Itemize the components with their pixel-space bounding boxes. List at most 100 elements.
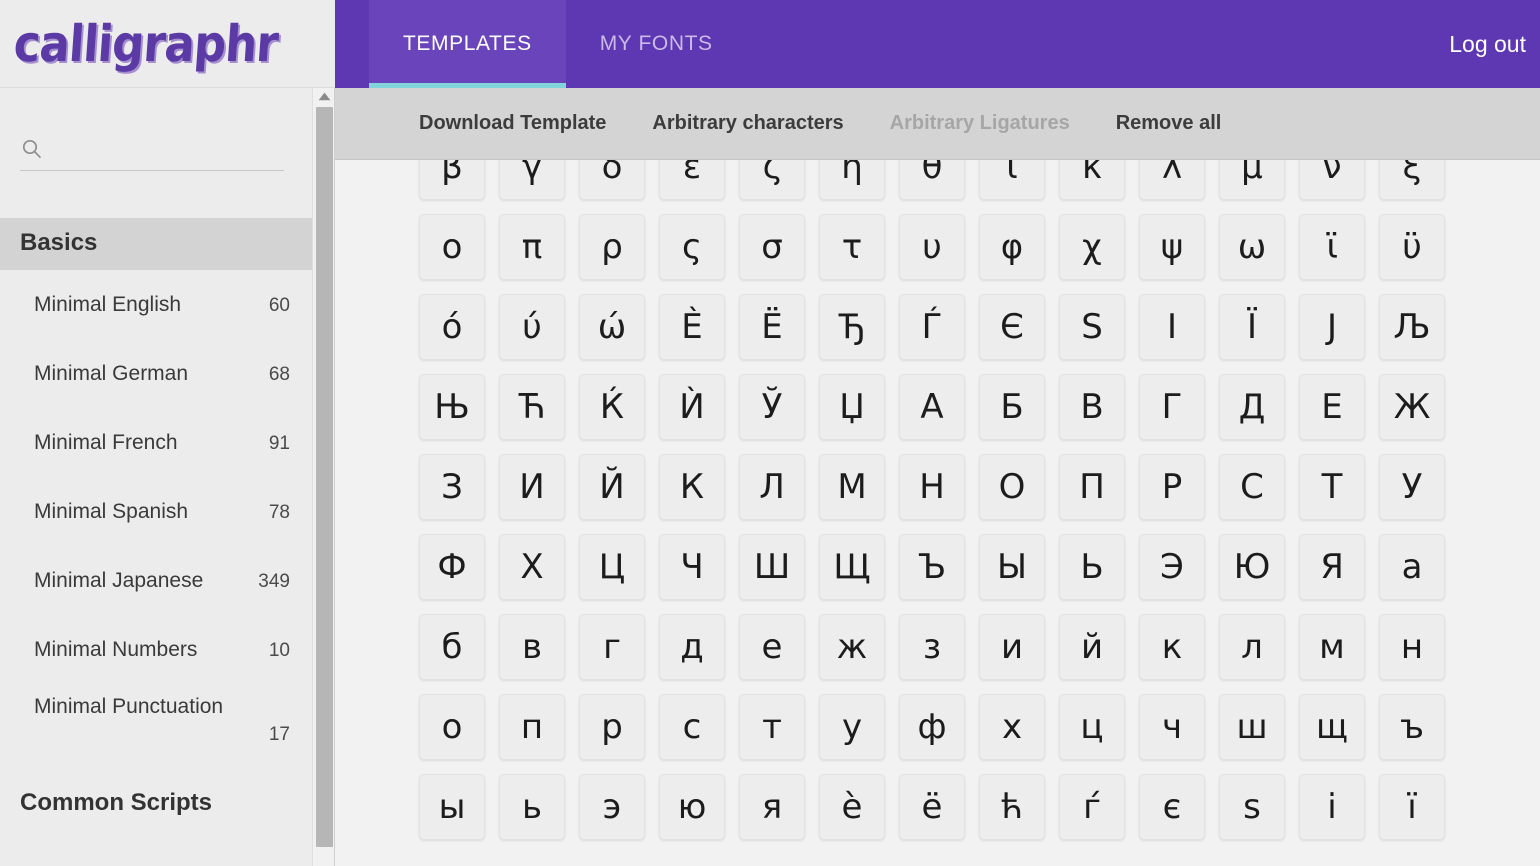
character-tile[interactable]: б (419, 614, 485, 680)
character-tile[interactable]: δ (579, 160, 645, 200)
character-tile[interactable]: Ц (579, 534, 645, 600)
character-tile[interactable]: Е (1299, 374, 1365, 440)
character-tile[interactable]: Л (739, 454, 805, 520)
character-tile[interactable]: ї (1379, 774, 1445, 840)
sidebar-scrollbar[interactable] (312, 88, 335, 866)
character-tile[interactable]: Г (1139, 374, 1205, 440)
character-tile[interactable]: з (899, 614, 965, 680)
download-template-button[interactable]: Download Template (419, 112, 606, 135)
character-tile[interactable]: Љ (1379, 294, 1445, 360)
sidebar-group-header[interactable]: Basics (0, 218, 312, 270)
character-tile[interactable]: ο (419, 214, 485, 280)
sidebar-item-minimal-french[interactable]: Minimal French91 (0, 408, 312, 477)
character-tile[interactable]: С (1219, 454, 1285, 520)
character-tile[interactable]: χ (1059, 214, 1125, 280)
character-tile[interactable]: Я (1299, 534, 1365, 600)
sidebar-item-minimal-japanese[interactable]: Minimal Japanese349 (0, 546, 312, 615)
character-tile[interactable]: ν (1299, 160, 1365, 200)
character-tile[interactable]: О (979, 454, 1045, 520)
character-tile[interactable]: І (1139, 294, 1205, 360)
character-tile[interactable]: Ы (979, 534, 1045, 600)
logout-link[interactable]: Log out (1449, 0, 1540, 88)
character-tile[interactable]: и (979, 614, 1045, 680)
character-tile[interactable]: д (659, 614, 725, 680)
character-tile[interactable]: ь (499, 774, 565, 840)
character-tile[interactable]: Д (1219, 374, 1285, 440)
character-tile[interactable]: м (1299, 614, 1365, 680)
character-tile[interactable]: θ (899, 160, 965, 200)
character-tile[interactable]: Н (899, 454, 965, 520)
character-tile[interactable]: Ѐ (659, 294, 725, 360)
character-tile[interactable]: И (499, 454, 565, 520)
character-tile[interactable]: ж (819, 614, 885, 680)
character-tile[interactable]: ϊ (1299, 214, 1365, 280)
character-tile[interactable]: ч (1139, 694, 1205, 760)
character-tile[interactable]: щ (1299, 694, 1365, 760)
sidebar-scrollbar-thumb[interactable] (316, 107, 333, 847)
tab-my-fonts[interactable]: MY FONTS (566, 0, 747, 88)
character-tile[interactable]: т (739, 694, 805, 760)
search-input[interactable] (50, 138, 284, 162)
character-tile[interactable]: ю (659, 774, 725, 840)
remove-all-button[interactable]: Remove all (1116, 112, 1222, 135)
character-tile[interactable]: а (1379, 534, 1445, 600)
character-tile[interactable]: л (1219, 614, 1285, 680)
character-tile[interactable]: ц (1059, 694, 1125, 760)
character-tile[interactable]: В (1059, 374, 1125, 440)
character-tile[interactable]: Щ (819, 534, 885, 600)
character-tile[interactable]: Э (1139, 534, 1205, 600)
character-tile[interactable]: Ж (1379, 374, 1445, 440)
character-tile[interactable]: ё (899, 774, 965, 840)
character-tile[interactable]: Ё (739, 294, 805, 360)
character-tile[interactable]: н (1379, 614, 1445, 680)
character-tile[interactable]: п (499, 694, 565, 760)
character-tile[interactable]: й (1059, 614, 1125, 680)
character-tile[interactable]: Ш (739, 534, 805, 600)
character-tile[interactable]: Ѝ (659, 374, 725, 440)
character-tile[interactable]: κ (1059, 160, 1125, 200)
character-tile[interactable]: о (419, 694, 485, 760)
sidebar-item-minimal-numbers[interactable]: Minimal Numbers10 (0, 615, 312, 684)
character-tile[interactable]: ы (419, 774, 485, 840)
character-tile[interactable]: β (419, 160, 485, 200)
character-tile[interactable]: П (1059, 454, 1125, 520)
character-tile[interactable]: Ў (739, 374, 805, 440)
character-tile[interactable]: ф (899, 694, 965, 760)
character-tile[interactable]: Ѓ (899, 294, 965, 360)
character-tile[interactable]: ω (1219, 214, 1285, 280)
character-tile[interactable]: τ (819, 214, 885, 280)
character-tile[interactable]: ώ (579, 294, 645, 360)
character-tile[interactable]: η (819, 160, 885, 200)
character-tile[interactable]: Т (1299, 454, 1365, 520)
character-tile[interactable]: λ (1139, 160, 1205, 200)
character-tile[interactable]: Ї (1219, 294, 1285, 360)
character-tile[interactable]: ξ (1379, 160, 1445, 200)
character-tile[interactable]: э (579, 774, 645, 840)
character-tile[interactable]: ϋ (1379, 214, 1445, 280)
character-tile[interactable]: Ј (1299, 294, 1365, 360)
character-tile[interactable]: у (819, 694, 885, 760)
character-tile[interactable]: σ (739, 214, 805, 280)
character-tile[interactable]: Њ (419, 374, 485, 440)
character-tile[interactable]: г (579, 614, 645, 680)
sidebar-item-minimal-spanish[interactable]: Minimal Spanish78 (0, 477, 312, 546)
character-tile[interactable]: Ћ (499, 374, 565, 440)
character-tile[interactable]: Б (979, 374, 1045, 440)
character-tile[interactable]: Є (979, 294, 1045, 360)
character-tile[interactable]: У (1379, 454, 1445, 520)
character-tile[interactable]: к (1139, 614, 1205, 680)
character-tile[interactable]: З (419, 454, 485, 520)
character-tile[interactable]: А (899, 374, 965, 440)
sidebar-group-header[interactable]: Common Scripts (0, 772, 312, 830)
character-tile[interactable]: р (579, 694, 645, 760)
character-tile[interactable]: Џ (819, 374, 885, 440)
character-tile[interactable]: ς (659, 214, 725, 280)
character-tile[interactable]: я (739, 774, 805, 840)
character-tile[interactable]: і (1299, 774, 1365, 840)
character-tile[interactable]: ѓ (1059, 774, 1125, 840)
character-tile[interactable]: К (659, 454, 725, 520)
character-tile[interactable]: ε (659, 160, 725, 200)
sidebar-item-minimal-german[interactable]: Minimal German68 (0, 339, 312, 408)
character-tile[interactable]: Ч (659, 534, 725, 600)
character-tile[interactable]: в (499, 614, 565, 680)
